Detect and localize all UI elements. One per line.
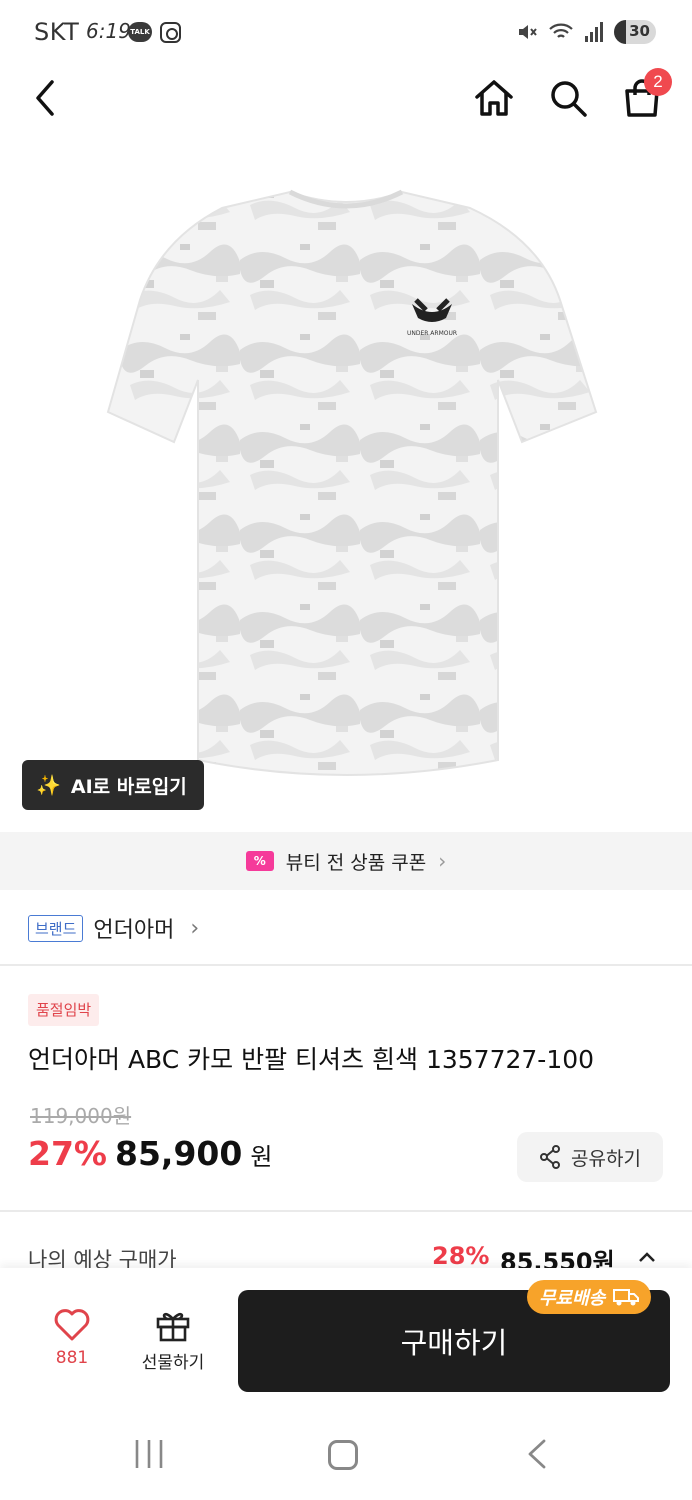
recent-apps-icon[interactable] <box>132 1438 166 1470</box>
coupon-icon: % <box>245 851 274 871</box>
coupon-banner[interactable]: % 뷰티 전 상품 쿠폰 › <box>0 832 692 890</box>
gift-button[interactable]: 선물하기 <box>132 1308 214 1380</box>
share-icon <box>540 1145 561 1169</box>
gift-icon <box>156 1312 190 1342</box>
battery-level: 30 <box>629 22 650 40</box>
discount-rate: 27% <box>28 1134 107 1173</box>
low-stock-badge: 품절임박 <box>28 994 100 1026</box>
product-title: 언더아머 ABC 카모 반팔 티셔츠 흰색 1357727-100 <box>28 1045 595 1074</box>
original-price: 119,000원 <box>30 1104 132 1128</box>
tshirt-image: UNDER ARMOUR <box>106 189 598 776</box>
product-image[interactable]: UNDER ARMOUR <box>0 150 692 830</box>
expected-price-label: 나의 예상 구매가 <box>28 1248 177 1268</box>
search-icon <box>551 81 587 117</box>
search-button[interactable] <box>540 70 596 126</box>
chevron-up-icon <box>639 1252 655 1262</box>
like-count: 881 <box>55 1348 89 1368</box>
free-shipping-badge: 무료배송 <box>527 1280 652 1314</box>
bottom-action-bar: 881 선물하기 구매하기 무료배송 <box>0 1268 692 1408</box>
status-icons: 30 <box>516 18 656 46</box>
share-label: 공유하기 <box>571 1147 641 1170</box>
share-button[interactable]: 공유하기 <box>517 1132 663 1182</box>
cart-count-badge: 2 <box>644 68 672 96</box>
brand-link[interactable]: 브랜드 언더아머 › <box>28 906 199 950</box>
divider <box>0 964 692 966</box>
magic-wand-icon: ✨ <box>36 773 61 797</box>
chevron-right-icon: › <box>438 849 447 873</box>
brand-tag: 브랜드 <box>28 914 84 942</box>
buy-label: 구매하기 <box>400 1326 508 1360</box>
gift-label: 선물하기 <box>141 1353 205 1373</box>
home-nav-icon[interactable] <box>328 1440 358 1470</box>
home-icon <box>475 80 513 116</box>
back-nav-icon[interactable] <box>524 1438 550 1470</box>
like-button[interactable]: 881 <box>40 1308 104 1380</box>
divider <box>0 1210 692 1212</box>
back-button[interactable] <box>18 70 74 126</box>
battery-icon: 30 <box>614 20 656 44</box>
wifi-icon <box>549 23 573 38</box>
cart-button[interactable]: 2 <box>614 68 672 126</box>
instagram-icon <box>160 22 181 43</box>
price-row: 27% 85,900 원 <box>28 1134 272 1173</box>
back-arrow-icon <box>36 80 54 116</box>
top-nav: 2 <box>0 64 692 134</box>
sale-price: 85,900 <box>115 1134 243 1173</box>
mute-icon <box>519 25 537 39</box>
brand-name: 언더아머 <box>93 918 175 943</box>
currency-unit: 원 <box>250 1143 273 1171</box>
status-bar: SKT 6:19 TALK 30 <box>0 0 692 64</box>
truck-icon <box>613 1289 640 1306</box>
home-button[interactable] <box>466 70 522 126</box>
carrier-label: SKT <box>34 18 80 46</box>
ai-try-on-label: AI로 바로입기 <box>70 775 187 798</box>
heart-icon <box>54 1309 90 1341</box>
chevron-right-icon: › <box>190 915 200 941</box>
coupon-label: 뷰티 전 상품 쿠폰 <box>285 851 427 874</box>
expected-discount: 28% <box>432 1242 490 1268</box>
ai-try-on-button[interactable]: ✨ AI로 바로입기 <box>22 760 204 810</box>
kakaotalk-icon: TALK <box>128 22 152 42</box>
free-shipping-label: 무료배송 <box>539 1288 606 1309</box>
signal-icon <box>585 22 603 42</box>
expected-price-row[interactable]: 나의 예상 구매가 28% 85,550원 <box>0 1240 692 1268</box>
brand-logo-text: UNDER ARMOUR <box>407 330 457 337</box>
expected-price: 85,550원 <box>500 1248 615 1268</box>
system-nav-bar <box>0 1408 692 1500</box>
clock: 6:19 <box>86 19 131 43</box>
